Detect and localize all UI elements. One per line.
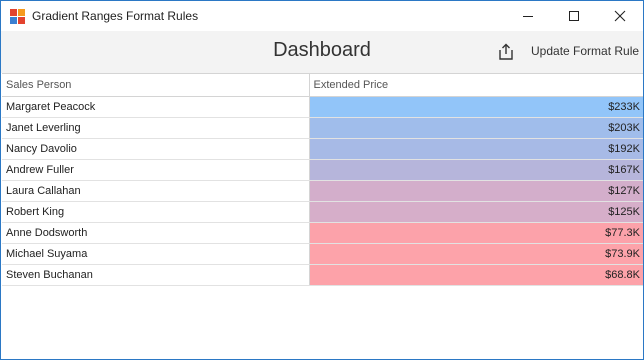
sales-person-cell[interactable]: Robert King: [2, 201, 310, 223]
window-title: Gradient Ranges Format Rules: [32, 9, 199, 23]
minimize-button[interactable]: [505, 1, 551, 31]
sales-person-cell[interactable]: Anne Dodsworth: [2, 222, 310, 244]
close-icon: [614, 10, 626, 22]
table-row[interactable]: Margaret Peacock $233K: [2, 96, 643, 118]
extended-price-cell[interactable]: $203K: [309, 117, 643, 139]
extended-price-cell[interactable]: $167K: [309, 159, 643, 181]
close-button[interactable]: [597, 1, 643, 31]
export-icon: [499, 43, 513, 60]
extended-price-cell[interactable]: $73.9K: [309, 243, 643, 265]
table-row[interactable]: Michael Suyama $73.9K: [2, 243, 643, 265]
extended-price-cell[interactable]: $125K: [309, 201, 643, 223]
table-row[interactable]: Nancy Davolio $192K: [2, 138, 643, 160]
sales-person-cell[interactable]: Steven Buchanan: [2, 264, 310, 286]
title-bar[interactable]: Gradient Ranges Format Rules: [1, 1, 643, 31]
column-header-sales-person[interactable]: Sales Person: [2, 73, 310, 97]
table-row[interactable]: Andrew Fuller $167K: [2, 159, 643, 181]
maximize-icon: [569, 11, 579, 21]
extended-price-cell[interactable]: $77.3K: [309, 222, 643, 244]
extended-price-cell[interactable]: $127K: [309, 180, 643, 202]
column-header-extended-price[interactable]: Extended Price: [309, 73, 643, 97]
table-row[interactable]: Janet Leverling $203K: [2, 117, 643, 139]
sales-person-cell[interactable]: Andrew Fuller: [2, 159, 310, 181]
sales-person-cell[interactable]: Janet Leverling: [2, 117, 310, 139]
extended-price-cell[interactable]: $192K: [309, 138, 643, 160]
toolbar: Dashboard Update Format Rule: [1, 31, 643, 73]
app-icon: [10, 9, 26, 25]
extended-price-cell[interactable]: $233K: [309, 96, 643, 118]
minimize-icon: [523, 16, 533, 17]
extended-price-cell[interactable]: $68.8K: [309, 264, 643, 286]
table-row[interactable]: Robert King $125K: [2, 201, 643, 223]
sales-person-cell[interactable]: Margaret Peacock: [2, 96, 310, 118]
sales-person-cell[interactable]: Laura Callahan: [2, 180, 310, 202]
data-grid: Sales Person Extended Price Margaret Pea…: [2, 73, 643, 286]
sales-person-cell[interactable]: Nancy Davolio: [2, 138, 310, 160]
export-button[interactable]: [495, 41, 517, 63]
maximize-button[interactable]: [551, 1, 597, 31]
app-window: Gradient Ranges Format Rules Dashboard U…: [0, 0, 644, 360]
sales-person-cell[interactable]: Michael Suyama: [2, 243, 310, 265]
table-row[interactable]: Steven Buchanan $68.8K: [2, 264, 643, 286]
grid-header-row: Sales Person Extended Price: [2, 73, 643, 97]
update-format-rule-button[interactable]: Update Format Rule: [531, 44, 639, 58]
table-row[interactable]: Anne Dodsworth $77.3K: [2, 222, 643, 244]
table-row[interactable]: Laura Callahan $127K: [2, 180, 643, 202]
